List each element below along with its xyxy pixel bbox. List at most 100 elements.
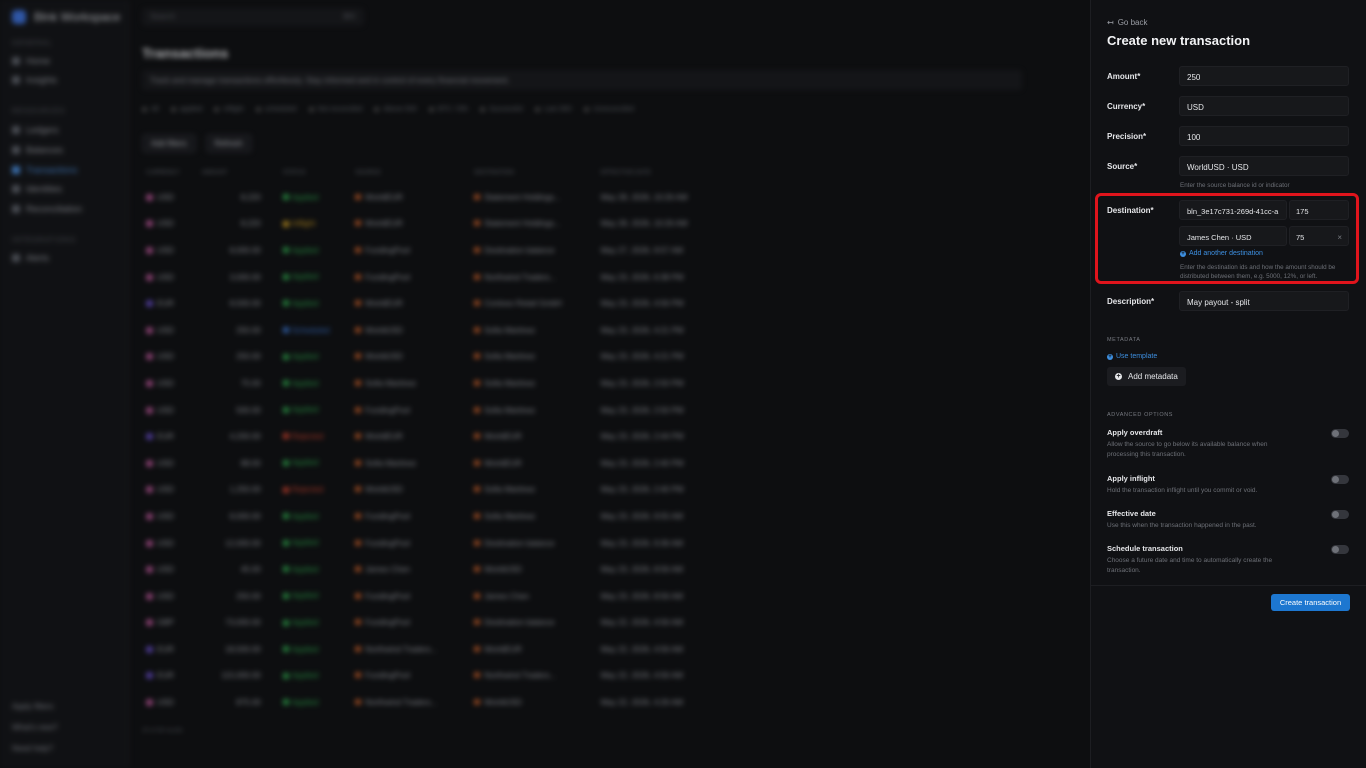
refresh-button[interactable]: Refresh [205, 134, 252, 153]
destination-id-input[interactable]: James Chen · USD [1179, 226, 1287, 246]
table-row[interactable]: USD 8,000.00 Applied FundingPool Sofia Marti… [142, 503, 722, 530]
destination-id-input[interactable]: bln_3e17c731-269d-41cc-a [1179, 200, 1287, 220]
effective-date-desc: Use this when the transaction happened i… [1107, 522, 1257, 529]
effective-date-toggle[interactable] [1331, 510, 1349, 519]
filter-dot-icon [308, 107, 314, 112]
column-header[interactable]: SOURCE [351, 166, 470, 184]
cell-text: WorldEUR [365, 299, 403, 309]
workspace-switcher[interactable]: Blnk Workspace [12, 10, 120, 24]
add-filters-button[interactable]: Add filters [142, 134, 196, 153]
table-row[interactable]: USD 8,220 Inflight WorldEUR Statement Holdin… [142, 211, 722, 238]
filter-chip[interactable]: Not reconciled [308, 106, 362, 113]
table-row[interactable]: USD 88.00 Applied Sofia Martinez WorldEUR May… [142, 450, 722, 477]
sidebar-item-transactions[interactable]: Transactions [12, 165, 77, 175]
table-row[interactable]: USD 45.00 Applied James Chen WorldUSD May 23,… [142, 556, 722, 583]
column-header[interactable]: EFFECTIVE DATE [597, 166, 722, 184]
sidebar-bottom-item[interactable]: What's new? [12, 723, 58, 732]
apply-inflight-toggle[interactable] [1331, 475, 1349, 484]
filter-chip[interactable]: scheduled [255, 106, 297, 113]
cell-text: USD [157, 458, 174, 468]
table-cell: Northwind Traders... [351, 689, 470, 716]
schedule-transaction-toggle[interactable] [1331, 545, 1349, 554]
table-row[interactable]: USD 250.00 Scheduled WorldUSD Sofia Martinez… [142, 317, 722, 344]
table-row[interactable]: GBP 73,000.00 Applied FundingPool Destinatio… [142, 610, 722, 637]
filter-chip[interactable]: Last 30D [534, 106, 572, 113]
sidebar-group-label: RESOURCES [12, 108, 66, 115]
table-row[interactable]: USD 500.00 Applied FundingPool Sofia Martine… [142, 397, 722, 424]
sidebar-bottom-item[interactable]: Apply filters [12, 702, 53, 711]
cell-text: FundingPool [365, 591, 411, 601]
sidebar-item-balances[interactable]: Balances [12, 145, 63, 155]
filter-chip[interactable]: All [142, 106, 159, 113]
column-header[interactable]: AMOUNT [198, 166, 279, 184]
table-cell: 4,200.00 [198, 423, 279, 450]
sidebar-bottom-item[interactable]: Need help? [12, 744, 53, 753]
table-row[interactable]: USD 1,250.00 Rejected WorldUSD Sofia Martine… [142, 477, 722, 504]
table-cell: Applied [279, 556, 351, 583]
balance-icon [474, 645, 481, 652]
sidebar-item-identities[interactable]: Identities [12, 184, 62, 194]
filter-chip[interactable]: Successful [480, 106, 523, 113]
table-cell: 115,000.00 [198, 663, 279, 690]
amount-input[interactable]: 250 [1179, 66, 1349, 86]
balance-icon [474, 539, 481, 546]
filter-chip[interactable]: inflight [214, 106, 244, 113]
cell-text: EUR [157, 299, 174, 309]
filter-chip[interactable]: Above 500 [374, 106, 417, 113]
sidebar-item-insights[interactable]: Insights [12, 75, 57, 85]
add-destination-link[interactable]: + Add another destination [1180, 250, 1263, 257]
table-row[interactable]: USD 250.00 Applied WorldUSD Sofia Martinez Ma… [142, 344, 722, 371]
cell-text: Northwind Traders... [365, 698, 438, 708]
table-cell: 18,500.00 [198, 636, 279, 663]
description-input[interactable]: May payout - split [1179, 291, 1349, 311]
use-template-link[interactable]: + Use template [1107, 353, 1157, 360]
cell-text: WorldEUR [484, 432, 522, 442]
table-cell: James Chen [470, 583, 597, 610]
cell-text: May 23, 2026, 8:56 AM [600, 591, 684, 601]
filter-chip[interactable]: applied [170, 106, 202, 113]
ledgers-icon [12, 126, 20, 134]
apply-overdraft-toggle[interactable] [1331, 429, 1349, 438]
column-header[interactable]: CURRENCY [142, 166, 198, 184]
destination-amount-input[interactable]: 75 × [1289, 226, 1349, 246]
sidebar-item-alerts[interactable]: Alerts [12, 253, 49, 263]
sidebar-item-home[interactable]: Home [12, 56, 50, 66]
filter-chip[interactable]: BTC / Eth [428, 106, 468, 113]
table-row[interactable]: USD 3,000.00 Applied FundingPool Northwind T… [142, 264, 722, 291]
balance-icon [474, 220, 481, 227]
source-input[interactable]: WorldUSD · USD [1179, 156, 1349, 176]
destination-amount-input[interactable]: 175 [1289, 200, 1349, 220]
table-row[interactable]: USD 8,220 Applied WorldEUR Statement Holding… [142, 184, 722, 211]
go-back-link[interactable]: ↤ Go back [1107, 18, 1148, 27]
table-row[interactable]: EUR 4,200.00 Rejected WorldEUR WorldEUR May 2… [142, 423, 722, 450]
plus-circle-icon: + [1115, 373, 1122, 380]
balance-icon [474, 353, 481, 360]
create-transaction-button[interactable]: Create transaction [1271, 594, 1350, 611]
table-row[interactable]: USD 875.00 Applied Northwind Traders... Worl… [142, 689, 722, 716]
sidebar-item-reconciliation[interactable]: Reconciliation [12, 204, 82, 214]
table-row[interactable]: USD 75.00 Applied Sofia Martinez Sofia Marti… [142, 370, 722, 397]
status-icon [282, 194, 289, 201]
add-metadata-button[interactable]: + Add metadata [1107, 367, 1186, 386]
table-row[interactable]: USD 12,000.00 Applied FundingPool Destinatio… [142, 530, 722, 557]
balance-icon [355, 220, 362, 227]
search-input[interactable]: Search ⌘K [142, 8, 364, 26]
remove-destination-icon[interactable]: × [1337, 233, 1342, 242]
column-header[interactable]: STATUS [279, 166, 351, 184]
table-cell: May 28, 2026, 10:26 AM [597, 184, 722, 211]
currency-icon [146, 300, 153, 308]
precision-input[interactable]: 100 [1179, 126, 1349, 146]
currency-input[interactable]: USD [1179, 96, 1349, 116]
sidebar-item-ledgers[interactable]: Ledgers [12, 125, 59, 135]
main-content: Search ⌘K Transactions Track and manage t… [128, 0, 1090, 768]
table-row[interactable]: USD 8,000.00 Applied FundingPool Destination… [142, 237, 722, 264]
table-cell: USD [142, 503, 198, 530]
table-row[interactable]: USD 250.00 Applied FundingPool James Chen May… [142, 583, 722, 610]
cell-text: Destination balance [484, 538, 555, 548]
table-row[interactable]: EUR 115,000.00 Applied FundingPool Northwind… [142, 663, 722, 690]
table-cell: GBP [142, 610, 198, 637]
filter-chip[interactable]: Unreconciled [583, 106, 634, 113]
table-row[interactable]: EUR 18,500.00 Applied Northwind Traders... W… [142, 636, 722, 663]
table-row[interactable]: EUR 8,500.00 Applied WorldEUR Contoso Retail… [142, 290, 722, 317]
column-header[interactable]: DESTINATION [470, 166, 597, 184]
